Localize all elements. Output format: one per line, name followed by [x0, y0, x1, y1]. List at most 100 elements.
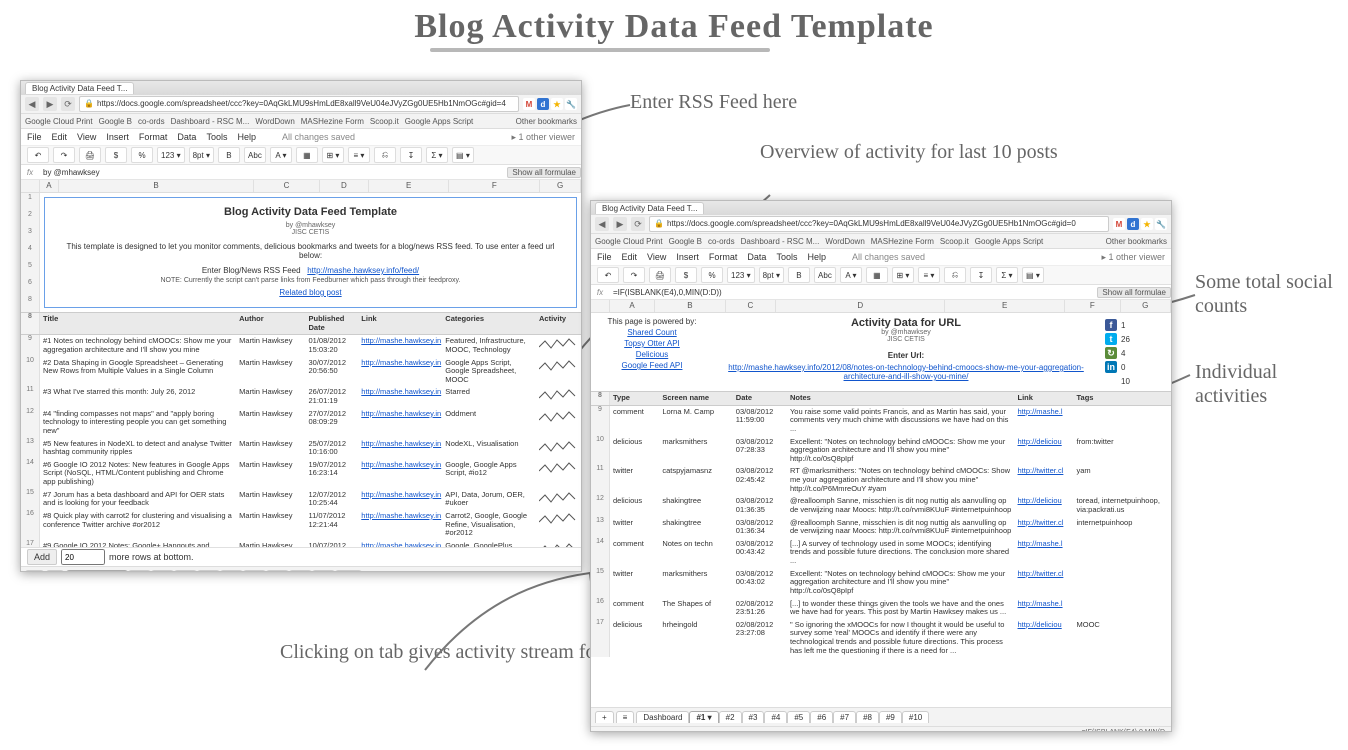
browser-tab[interactable]: Blog Activity Data Feed T...	[595, 202, 704, 214]
bookmark-item[interactable]: Scoop.it	[940, 237, 969, 246]
reload-button[interactable]: ⟳	[61, 97, 75, 111]
cell-date[interactable]: 03/08/2012 00:43:02	[733, 568, 787, 598]
cell-tags[interactable]: toread, internetpuinhoop, via:packrati.u…	[1074, 495, 1172, 516]
toolbar-button[interactable]: ≡ ▾	[348, 147, 370, 163]
cell-type[interactable]: delicious	[610, 495, 659, 516]
cell-link[interactable]: http://mashe.hawksey.in	[358, 438, 442, 459]
cell-title[interactable]: #5 New features in NodeXL to detect and …	[40, 438, 236, 459]
activity-link[interactable]: http://twitter.cl	[1018, 466, 1064, 475]
related-post-link[interactable]: Related blog post	[279, 288, 341, 297]
toolbar-button[interactable]: ⊞ ▾	[322, 147, 344, 163]
row-number[interactable]: 1	[21, 193, 40, 210]
cell-tags[interactable]: MOOC	[1074, 619, 1172, 658]
toolbar-button[interactable]: %	[701, 267, 723, 283]
wrench-icon[interactable]: 🔧	[565, 98, 577, 110]
menu-insert[interactable]: Insert	[676, 252, 699, 262]
menu-data[interactable]: Data	[747, 252, 766, 262]
sheet-tab[interactable]: #3	[742, 711, 765, 723]
cell-screen-name[interactable]: marksmithers	[659, 568, 732, 598]
gmail-icon[interactable]: M	[523, 98, 535, 110]
row-number[interactable]: 14	[591, 538, 610, 568]
cell-title[interactable]: #6 Google IO 2012 Notes: New features in…	[40, 459, 236, 489]
cell-notes[interactable]: @realloomph Sanne, misschien is dit nog …	[787, 495, 1015, 516]
cell-title[interactable]: #2 Data Shaping in Google Spreadsheet – …	[40, 357, 236, 387]
cell-screen-name[interactable]: The Shapes of	[659, 598, 732, 619]
sheet-tab[interactable]: #3	[174, 570, 197, 573]
cell-categories[interactable]: NodeXL, Visualisation	[442, 438, 536, 459]
toolbar-button[interactable]: A ▾	[270, 147, 292, 163]
sheet-tab[interactable]: #2	[719, 711, 742, 723]
cell-date[interactable]: 12/07/2012 10:25:44	[305, 489, 358, 510]
column-header[interactable]: E	[945, 300, 1065, 312]
sheet-tab[interactable]: #2	[151, 570, 174, 573]
url-bar[interactable]: 🔒 https://docs.google.com/spreadsheet/cc…	[79, 96, 519, 112]
cell-notes[interactable]: " So ignoring the xMOOCs for now I thoug…	[787, 619, 1015, 658]
toolbar-button[interactable]: $	[105, 147, 127, 163]
cell-notes[interactable]: [...] to wonder these things given the t…	[787, 598, 1015, 619]
bookmark-item[interactable]: Scoop.it	[370, 117, 399, 126]
bookmark-item[interactable]: Google Apps Script	[405, 117, 473, 126]
cell-notes[interactable]: [...] A survey of technology used in som…	[787, 538, 1015, 568]
tab-menu[interactable]: ≡	[616, 711, 635, 723]
cell-link[interactable]: http://twitter.cl	[1015, 465, 1074, 495]
column-header[interactable]: C	[254, 180, 320, 192]
toolbar-button[interactable]: ↶	[27, 147, 49, 163]
sheet-tab[interactable]: #7	[833, 711, 856, 723]
row-number[interactable]: 9	[591, 406, 610, 436]
other-bookmarks[interactable]: Other bookmarks	[1106, 237, 1167, 246]
row-number[interactable]: 15	[591, 568, 610, 598]
column-header[interactable]: E	[369, 180, 450, 192]
cell-tags[interactable]	[1074, 568, 1172, 598]
sheet-tab[interactable]: #1 ▾	[689, 711, 718, 723]
cell-date[interactable]: 03/08/2012 11:59:00	[733, 406, 787, 436]
cell-date[interactable]: 11/07/2012 12:21:44	[305, 510, 358, 540]
row-number[interactable]: 16	[21, 510, 40, 540]
activity-link[interactable]: http://deliciou	[1018, 496, 1062, 505]
cell-link[interactable]: http://mashe.hawksey.in	[358, 540, 442, 547]
cell-link[interactable]: http://mashe.l	[1015, 538, 1074, 568]
column-header[interactable]: B	[59, 180, 254, 192]
sheet-tab[interactable]: Dashboard ▾	[66, 570, 128, 573]
cell-date[interactable]: 03/08/2012 00:43:42	[733, 538, 787, 568]
cell-type[interactable]: twitter	[610, 465, 659, 495]
show-formulae-button[interactable]: Show all formulae	[1097, 287, 1171, 298]
row-number[interactable]: 5	[21, 261, 40, 278]
activity-link[interactable]: http://mashe.l	[1018, 599, 1063, 608]
column-header[interactable]: C	[726, 300, 776, 312]
wrench-icon[interactable]: 🔧	[1155, 218, 1167, 230]
row-number[interactable]: 11	[21, 386, 40, 407]
row-number[interactable]: 4	[21, 244, 40, 261]
row-number[interactable]: 16	[591, 598, 610, 619]
activity-link[interactable]: http://twitter.cl	[1018, 518, 1064, 527]
delicious-icon[interactable]: d	[1127, 218, 1139, 230]
row-number[interactable]: 13	[21, 438, 40, 459]
cell-author[interactable]: Martin Hawksey	[236, 510, 305, 540]
cell-title[interactable]: #7 Jorum has a beta dashboard and API fo…	[40, 489, 236, 510]
cell-date[interactable]: 25/07/2012 10:16:00	[305, 438, 358, 459]
cell-link[interactable]: http://mashe.hawksey.in	[358, 510, 442, 540]
cell-author[interactable]: Martin Hawksey	[236, 408, 305, 438]
show-formulae-button[interactable]: Show all formulae	[507, 167, 581, 178]
post-link[interactable]: http://mashe.hawksey.in	[361, 511, 441, 520]
cell-date[interactable]: 26/07/2012 21:01:19	[305, 386, 358, 407]
cell-link[interactable]: http://deliciou	[1015, 619, 1074, 658]
post-link[interactable]: http://mashe.hawksey.in	[361, 358, 441, 367]
cell-notes[interactable]: RT @marksmithers: "Notes on technology b…	[787, 465, 1015, 495]
bookmark-item[interactable]: WordDown	[825, 237, 864, 246]
toolbar-button[interactable]: ↧	[970, 267, 992, 283]
cell-notes[interactable]: Excellent: "Notes on technology behind c…	[787, 568, 1015, 598]
cell-title[interactable]: #4 "finding compasses not maps" and "app…	[40, 408, 236, 438]
cell-link[interactable]: http://mashe.l	[1015, 598, 1074, 619]
toolbar-button[interactable]: 🖨	[79, 147, 101, 163]
cell-type[interactable]: comment	[610, 406, 659, 436]
sheet-tab[interactable]: #8	[289, 570, 312, 573]
toolbar-button[interactable]: Σ ▾	[426, 147, 448, 163]
cell-author[interactable]: Martin Hawksey	[236, 459, 305, 489]
cell-tags[interactable]	[1074, 598, 1172, 619]
row-number[interactable]: 17	[21, 540, 40, 547]
menu-view[interactable]: View	[77, 132, 96, 142]
menu-edit[interactable]: Edit	[52, 132, 68, 142]
activity-link[interactable]: http://mashe.l	[1018, 539, 1063, 548]
bookmark-item[interactable]: Google B	[669, 237, 702, 246]
formula-bar[interactable]: fx =IF(ISBLANK(E4),0,MIN(D:D)) Show all …	[591, 285, 1171, 300]
